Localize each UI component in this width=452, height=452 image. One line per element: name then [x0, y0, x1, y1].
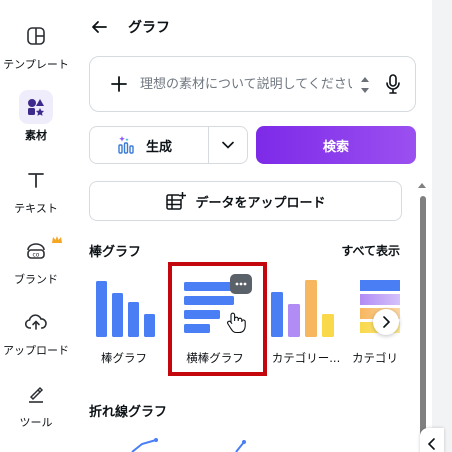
back-arrow-icon[interactable] — [88, 16, 110, 38]
categorical-bar-thumbnail — [271, 280, 334, 337]
rail-item-uploads[interactable]: アップロード — [0, 305, 72, 358]
upload-data-label: データをアップロード — [195, 195, 326, 211]
rail-label: 素材 — [25, 129, 47, 142]
search-input[interactable] — [140, 73, 352, 95]
elements-icon — [19, 90, 53, 124]
text-icon — [19, 163, 53, 197]
more-options-icon[interactable] — [230, 274, 252, 294]
editor-gutter — [432, 0, 452, 452]
rail-item-tools[interactable]: ツール — [0, 377, 72, 430]
table-add-icon — [166, 192, 187, 210]
categorical-bar-chart-tile[interactable]: カテゴリー... — [261, 270, 351, 370]
tile-label: 棒グラフ — [101, 351, 147, 365]
rail-item-brand[interactable]: co ブランド — [0, 234, 72, 287]
line-chart-thumbnail — [235, 440, 246, 452]
rail-item-templates[interactable]: テンプレート — [0, 19, 72, 72]
plus-icon[interactable] — [108, 73, 130, 95]
microphone-icon[interactable] — [382, 73, 404, 95]
chevron-down-icon[interactable] — [209, 127, 247, 163]
brand-icon: co — [19, 234, 53, 268]
template-icon — [19, 19, 53, 53]
upload-data-button[interactable]: データをアップロード — [89, 181, 402, 221]
rail-label: ブランド — [14, 273, 58, 286]
line-section-title: 折れ線グラフ — [89, 405, 168, 420]
search-button[interactable]: 検索 — [256, 126, 416, 164]
generate-button[interactable]: 生成 — [90, 127, 208, 163]
generate-split-button: 生成 — [89, 126, 248, 164]
bar-chart-thumbnail — [96, 281, 155, 337]
rail-label: ツール — [19, 416, 53, 429]
selection-highlight — [168, 262, 267, 376]
chevron-right-icon[interactable] — [373, 309, 399, 335]
panel-title: グラフ — [128, 20, 170, 36]
tools-icon — [19, 377, 53, 411]
stepper-arrows-icon[interactable] — [359, 74, 371, 96]
rail-item-elements[interactable]: 素材 — [0, 90, 72, 143]
tile-label: カテゴリ — [352, 351, 398, 365]
collapse-panel-icon[interactable] — [420, 428, 444, 452]
bar-chart-tile[interactable]: 棒グラフ — [79, 270, 169, 370]
svg-text:co: co — [33, 252, 40, 259]
crown-icon — [51, 230, 63, 249]
generate-label: 生成 — [146, 139, 173, 155]
line-chart-thumbnail — [131, 438, 158, 452]
rail-label: テンプレート — [3, 58, 69, 71]
graph-panel: グラフ 生成 検索 — [72, 0, 432, 452]
scrollbar-thumb[interactable] — [420, 196, 426, 452]
see-all-link[interactable]: すべて表示 — [341, 242, 400, 259]
rail-label: テキスト — [14, 202, 58, 215]
side-rail: テンプレート 素材 テキスト co ブランド アップロード ツール — [0, 0, 72, 452]
tile-label: カテゴリー... — [271, 351, 341, 365]
rail-item-text[interactable]: テキスト — [0, 163, 72, 216]
ai-chart-icon — [118, 136, 134, 154]
bar-section-title: 棒グラフ — [89, 245, 142, 260]
rail-label: アップロード — [3, 344, 69, 357]
upload-icon — [19, 305, 53, 339]
search-box — [89, 56, 416, 112]
